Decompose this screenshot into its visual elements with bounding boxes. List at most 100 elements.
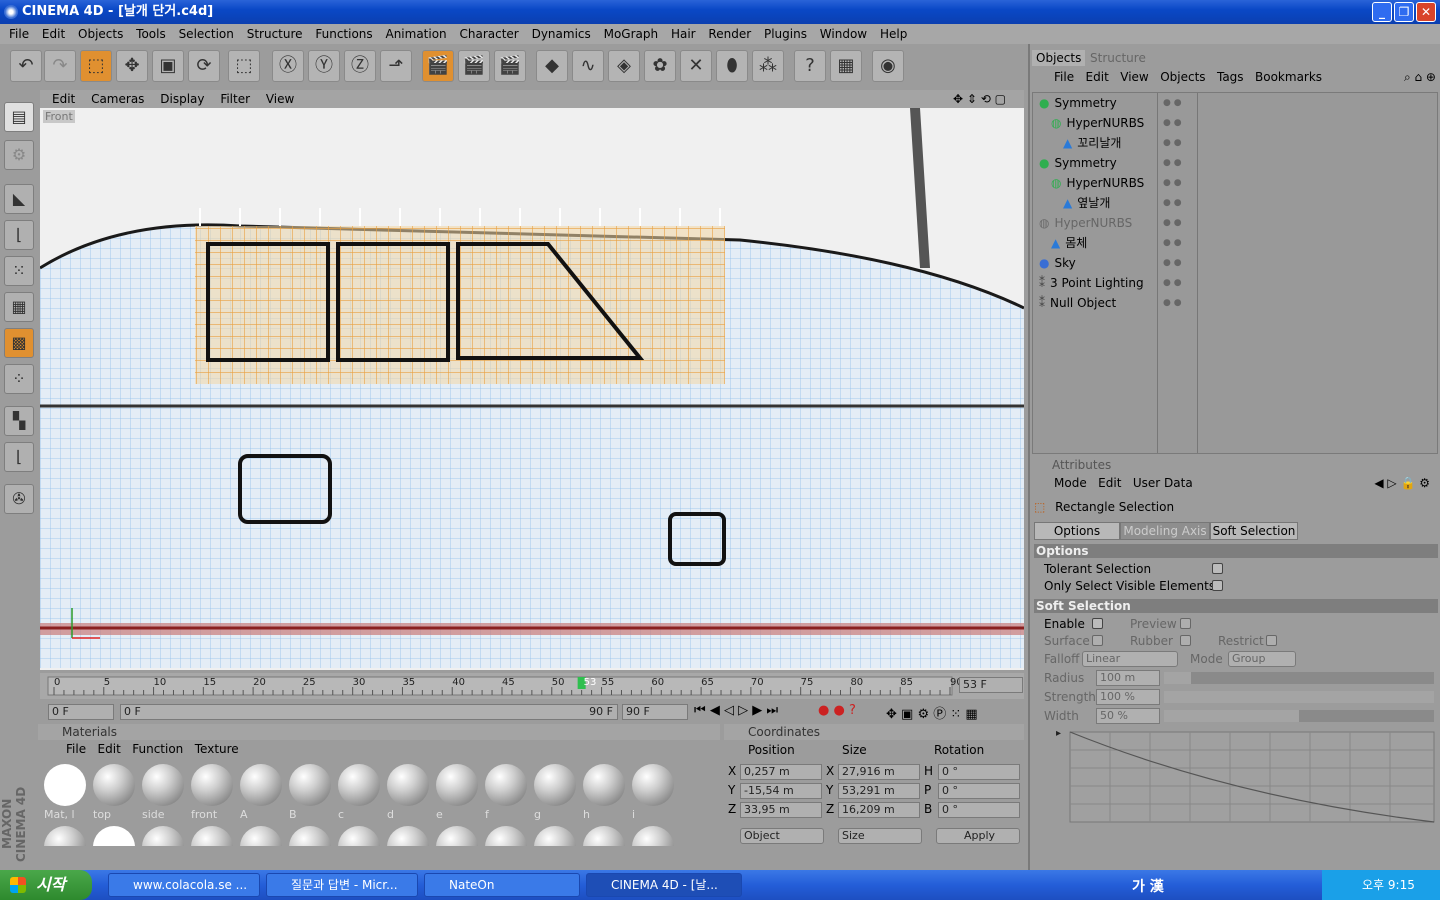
material-swatch[interactable] <box>91 824 137 846</box>
radius-field[interactable]: 100 m <box>1096 670 1160 686</box>
object-mode-icon[interactable]: ⚙ <box>4 140 34 170</box>
position-field[interactable]: 33,95 m <box>740 802 822 818</box>
size-mode-dropdown[interactable]: Size <box>838 828 922 844</box>
menu-character[interactable]: Character <box>460 27 519 41</box>
visibility-dots-icon[interactable]: ● ● <box>1163 258 1182 268</box>
object-tree-item[interactable]: ◍ HyperNURBS <box>1051 113 1144 133</box>
apply-button[interactable]: Apply <box>936 828 1020 844</box>
browser-icon[interactable]: ◉ <box>872 50 904 82</box>
object-tree-item[interactable]: ● Sky <box>1039 253 1076 273</box>
deformer-icon[interactable]: ✕ <box>680 50 712 82</box>
objects-menu-objects[interactable]: Objects <box>1160 70 1205 84</box>
record-keys-icons[interactable]: ● ● ? <box>818 703 856 718</box>
material-swatch[interactable]: d <box>385 762 431 822</box>
size-field[interactable]: 27,916 m <box>838 764 920 780</box>
axis-mode-icon[interactable]: ⌊ <box>4 220 34 250</box>
material-swatch[interactable] <box>434 824 480 846</box>
visibility-dots-icon[interactable]: ● ● <box>1163 178 1182 188</box>
menu-tools[interactable]: Tools <box>136 27 166 41</box>
range-slider[interactable]: 0 F 90 F <box>120 704 618 720</box>
tab-structure[interactable]: Structure <box>1086 50 1150 66</box>
width-field[interactable]: 50 % <box>1096 708 1160 724</box>
timeline[interactable]: 0 5 10 15 20 25 30 35 40 45 50 55 60 65 70 75 80 85 90 53 … <box>40 673 1024 699</box>
undo-icon[interactable]: ↶ <box>10 50 42 82</box>
only-visible-checkbox[interactable] <box>1212 580 1223 591</box>
ime-indicator[interactable]: 가 漢 <box>1132 876 1164 896</box>
menu-help[interactable]: Help <box>880 27 907 41</box>
object-tree-item[interactable]: ▲ 옆날개 <box>1063 193 1110 213</box>
menu-hair[interactable]: Hair <box>671 27 696 41</box>
uv-points-icon[interactable]: ⁘ <box>4 364 34 394</box>
viewport-nav-icons[interactable]: ✥ ⇕ ⟲ ▢ <box>953 90 1006 108</box>
live-selection-icon[interactable]: ⬚ <box>228 50 260 82</box>
object-tree-item[interactable]: ● Symmetry <box>1039 153 1117 173</box>
menu-file[interactable]: File <box>9 27 29 41</box>
enable-checkbox[interactable] <box>1092 618 1103 629</box>
layout-icon[interactable]: ▦ <box>830 50 862 82</box>
front-viewport[interactable]: Front <box>40 108 1024 670</box>
material-swatch[interactable]: side <box>140 762 186 822</box>
object-tree-item[interactable]: ⁑ 3 Point Lighting <box>1039 273 1144 293</box>
viewport-menu-view[interactable]: View <box>266 92 294 106</box>
object-tree-item[interactable]: ◍ HyperNURBS <box>1039 213 1132 233</box>
position-field[interactable]: -15,54 m <box>740 783 822 799</box>
material-swatch[interactable] <box>238 824 284 846</box>
objects-search-icon[interactable]: ⌕ ⌂ ⊕ <box>1404 70 1436 85</box>
position-field[interactable]: 0,257 m <box>740 764 822 780</box>
menu-window[interactable]: Window <box>820 27 867 41</box>
falloff-dropdown[interactable]: Linear <box>1082 651 1178 667</box>
minimize-button[interactable]: _ <box>1372 2 1392 22</box>
material-swatch[interactable] <box>189 824 235 846</box>
viewport-menu-edit[interactable]: Edit <box>52 92 75 106</box>
tweak-mode-icon[interactable]: ✇ <box>4 484 34 514</box>
visibility-dots-icon[interactable]: ● ● <box>1163 298 1182 308</box>
spline-icon[interactable]: ∿ <box>572 50 604 82</box>
start-frame-field[interactable]: 0 F <box>48 704 114 720</box>
task-cinema4d[interactable]: CINEMA 4D - [날... <box>586 873 742 897</box>
menu-plugins[interactable]: Plugins <box>764 27 807 41</box>
z-axis-icon[interactable]: Ⓩ <box>344 50 376 82</box>
material-swatch[interactable] <box>140 824 186 846</box>
material-swatch[interactable]: front <box>189 762 235 822</box>
start-button[interactable]: 시작 <box>0 870 92 900</box>
visibility-dots-icon[interactable]: ● ● <box>1163 198 1182 208</box>
x-axis-icon[interactable]: Ⓧ <box>272 50 304 82</box>
material-swatch[interactable]: f <box>483 762 529 822</box>
size-field[interactable]: 16,209 m <box>838 802 920 818</box>
material-swatch[interactable] <box>630 824 676 846</box>
y-axis-icon[interactable]: Ⓨ <box>308 50 340 82</box>
object-tree-item[interactable]: ● Symmetry <box>1039 93 1117 113</box>
rotation-field[interactable]: 0 ° <box>938 783 1020 799</box>
texture-mode-icon[interactable]: ◣ <box>4 184 34 214</box>
material-swatch[interactable]: c <box>336 762 382 822</box>
viewport-menu-cameras[interactable]: Cameras <box>91 92 144 106</box>
key-mode-icons[interactable]: ✥ ▣ ⚙ Ⓟ ⁙ ▦ <box>886 703 978 722</box>
clock[interactable]: 오후 9:15 <box>1362 878 1415 892</box>
polygons-mode-icon[interactable]: ▩ <box>4 328 34 358</box>
material-swatch[interactable] <box>287 824 333 846</box>
material-swatch[interactable]: e <box>434 762 480 822</box>
model-mode-icon[interactable]: ▤ <box>4 102 34 132</box>
falloff-curve-graph[interactable]: ▸ <box>1054 728 1438 826</box>
materials-menu-edit[interactable]: Edit <box>98 742 121 756</box>
width-slider[interactable] <box>1164 710 1434 722</box>
menu-animation[interactable]: Animation <box>385 27 446 41</box>
tab-soft-selection[interactable]: Soft Selection <box>1210 522 1298 540</box>
render-settings-icon[interactable]: 🎬 <box>494 50 526 82</box>
preview-checkbox[interactable] <box>1180 618 1191 629</box>
rectangle-selection-icon[interactable]: ⬚ <box>80 50 112 82</box>
current-frame-field[interactable]: 53 F <box>959 677 1023 693</box>
object-tree-item[interactable]: ◍ HyperNURBS <box>1051 173 1144 193</box>
attributes-menu-edit[interactable]: Edit <box>1098 476 1121 490</box>
materials-menu-function[interactable]: Function <box>132 742 183 756</box>
material-swatch[interactable] <box>532 824 578 846</box>
material-swatch[interactable]: top <box>91 762 137 822</box>
help-icon[interactable]: ? <box>794 50 826 82</box>
tab-modeling-axis[interactable]: Modeling Axis <box>1120 522 1210 540</box>
surface-checkbox[interactable] <box>1092 635 1103 646</box>
visibility-dots-icon[interactable]: ● ● <box>1163 118 1182 128</box>
material-swatch[interactable] <box>336 824 382 846</box>
menu-render[interactable]: Render <box>708 27 751 41</box>
object-tree-item[interactable]: ⁑ Null Object <box>1039 293 1116 313</box>
object-tree-item[interactable]: ▲ 몸체 <box>1051 233 1087 253</box>
